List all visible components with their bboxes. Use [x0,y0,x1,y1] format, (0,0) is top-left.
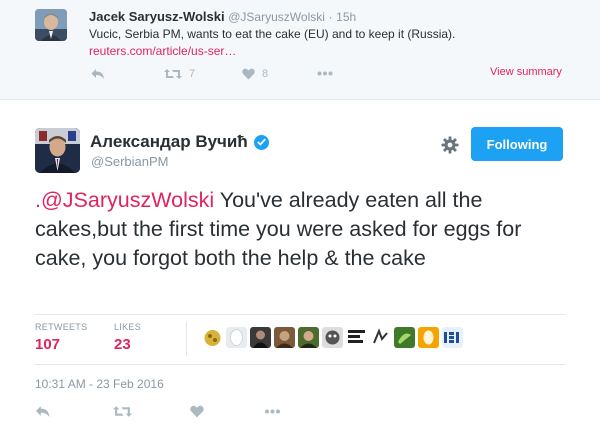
stats-separator [186,322,187,356]
verified-icon [253,134,269,150]
liker-avatar[interactable] [322,327,343,348]
parent-like-button[interactable]: 8 [242,68,268,80]
main-author[interactable]: Александар Вучић [90,132,269,152]
parent-retweet-count: 7 [189,68,196,80]
parent-tweet[interactable]: Jacek Saryusz-Wolski @JSaryuszWolski · 1… [0,0,600,100]
retweets-stat[interactable]: RETWEETS 107 [35,322,87,353]
parent-tweet-link[interactable]: reuters.com/article/us-ser… [89,44,236,58]
stats-divider-top [35,314,565,315]
retweet-button[interactable] [113,405,132,418]
parent-actions: 7 8 [89,68,549,86]
parent-time[interactable]: 15h [336,10,356,24]
gear-icon[interactable] [441,136,459,154]
retweet-icon [113,406,132,417]
parent-more-button[interactable] [317,71,333,76]
retweets-value: 107 [35,336,61,353]
reply-icon [35,406,50,417]
parent-tweet-text: Vucic, Serbia PM, wants to eat the cake … [89,27,456,41]
parent-separator: · [328,10,333,24]
parent-like-count: 8 [262,68,269,80]
parent-author-name[interactable]: Jacek Saryusz-Wolski [89,9,225,24]
likes-stat[interactable]: LIKES 23 [114,322,141,353]
parent-author-handle[interactable]: @JSaryuszWolski [228,10,325,24]
stats-divider-bottom [35,364,565,365]
liker-avatar[interactable] [442,327,463,348]
likes-label: LIKES [114,322,142,332]
liker-avatar[interactable] [250,327,271,348]
main-author-handle[interactable]: @SerbianPM [91,154,169,169]
reply-button[interactable] [35,405,51,418]
liker-avatar[interactable] [298,327,319,348]
more-button[interactable] [264,409,281,414]
liker-avatar[interactable] [226,327,247,348]
like-icon [190,405,204,418]
retweets-label: RETWEETS [35,322,88,332]
likes-value: 23 [114,336,131,353]
liker-avatar[interactable] [418,327,439,348]
liker-avatar[interactable] [346,327,367,348]
more-icon [317,71,333,76]
liker-avatar[interactable] [274,327,295,348]
main-author-name[interactable]: Александар Вучић [90,132,248,152]
more-icon [265,409,280,414]
parent-reply-button[interactable] [91,68,105,80]
liker-avatars [202,327,463,348]
reply-icon [91,69,104,79]
following-button[interactable]: Following [471,127,563,161]
mention-link[interactable]: .@JSaryuszWolski [35,188,214,212]
liker-avatar[interactable] [394,327,415,348]
liker-avatar[interactable] [202,327,223,348]
main-avatar[interactable] [35,128,80,173]
parent-author[interactable]: Jacek Saryusz-Wolski @JSaryuszWolski · 1… [89,9,356,24]
retweet-icon [164,69,182,79]
main-tweet-text: .@JSaryuszWolski You've already eaten al… [35,186,560,273]
parent-avatar[interactable] [35,9,67,41]
like-button[interactable] [190,405,204,418]
parent-retweet-button[interactable]: 7 [164,68,195,80]
view-summary-link[interactable]: View summary [490,66,562,78]
main-actions [35,405,335,423]
tweet-timestamp: 10:31 AM - 23 Feb 2016 [35,377,164,391]
like-icon [242,68,255,80]
liker-avatar[interactable] [370,327,391,348]
